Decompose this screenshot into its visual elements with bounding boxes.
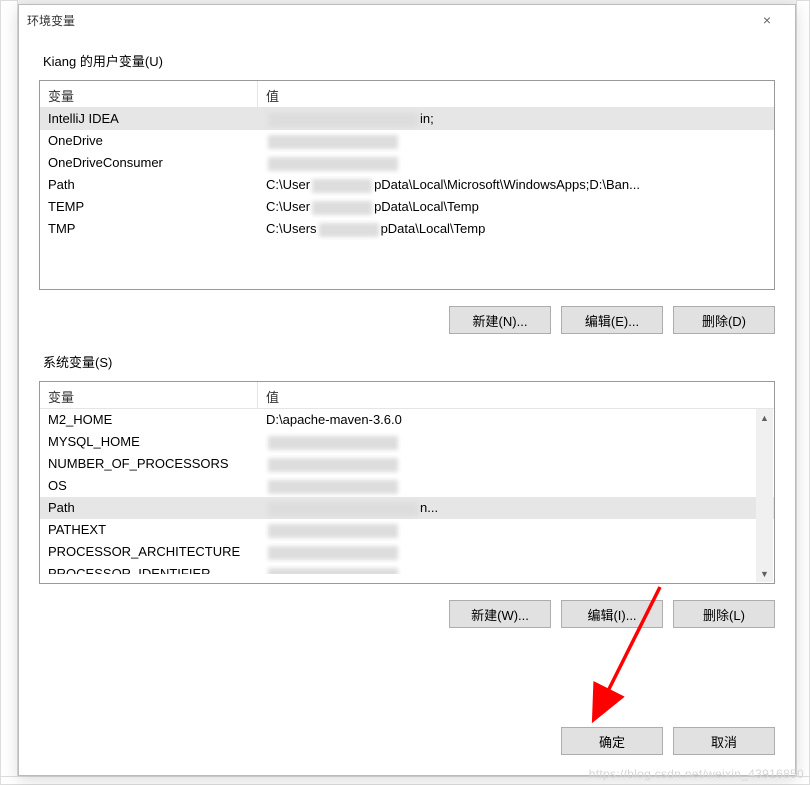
var-name-cell: Path	[40, 497, 258, 519]
var-name-cell: MYSQL_HOME	[40, 431, 258, 453]
table-row[interactable]: OneDriveConsumer	[40, 152, 774, 174]
var-name-cell: PROCESSOR_IDENTIFIER	[40, 563, 258, 574]
var-name-cell: OS	[40, 475, 258, 497]
var-name-cell: OneDrive	[40, 130, 258, 152]
table-row[interactable]: OS	[40, 475, 774, 497]
col-header-value[interactable]: 值	[258, 81, 774, 107]
var-name-cell: IntelliJ IDEA	[40, 108, 258, 130]
col-header-variable[interactable]: 变量	[40, 382, 258, 408]
close-icon: ×	[763, 12, 771, 28]
cancel-button[interactable]: 取消	[673, 727, 775, 755]
var-name-cell: Path	[40, 174, 258, 196]
dialog-footer: 确定 取消	[561, 727, 775, 755]
var-value-cell	[258, 453, 774, 475]
col-header-value[interactable]: 值	[258, 382, 774, 408]
table-row[interactable]: M2_HOMED:\apache-maven-3.6.0	[40, 409, 774, 431]
watermark: https://blog.csdn.net/weixin_43916850	[589, 767, 804, 781]
dialog-title: 环境变量	[27, 12, 747, 29]
dialog-body: Kiang 的用户变量(U) 变量 值 IntelliJ IDEAin;OneD…	[19, 35, 795, 644]
system-edit-button[interactable]: 编辑(I)...	[561, 600, 663, 628]
user-vars-listview[interactable]: 变量 值 IntelliJ IDEAin;OneDriveOneDriveCon…	[39, 80, 775, 290]
var-name-cell: TEMP	[40, 196, 258, 218]
user-delete-button[interactable]: 删除(D)	[673, 306, 775, 334]
user-button-row: 新建(N)... 编辑(E)... 删除(D)	[39, 306, 775, 334]
var-value-cell	[258, 431, 774, 453]
system-vars-listview[interactable]: 变量 值 M2_HOMED:\apache-maven-3.6.0MYSQL_H…	[39, 381, 775, 584]
listview-header[interactable]: 变量 值	[40, 382, 774, 409]
table-row[interactable]: IntelliJ IDEAin;	[40, 108, 774, 130]
var-value-cell: n...	[258, 497, 774, 519]
ok-button[interactable]: 确定	[561, 727, 663, 755]
user-vars-label: Kiang 的用户变量(U)	[43, 51, 775, 70]
var-value-cell: C:\UserpData\Local\Temp	[258, 196, 774, 218]
titlebar[interactable]: 环境变量 ×	[19, 5, 795, 35]
var-name-cell: TMP	[40, 218, 258, 240]
var-value-cell: C:\UserpData\Local\Microsoft\WindowsApps…	[258, 174, 774, 196]
table-row[interactable]: TEMPC:\UserpData\Local\Temp	[40, 196, 774, 218]
listview-header[interactable]: 变量 值	[40, 81, 774, 108]
table-row[interactable]: Pathn...	[40, 497, 774, 519]
scroll-down-icon[interactable]: ▼	[756, 565, 773, 582]
table-row[interactable]: PATHEXT	[40, 519, 774, 541]
var-value-cell: D:\apache-maven-3.6.0	[258, 409, 774, 431]
system-vars-label: 系统变量(S)	[43, 352, 775, 371]
var-name-cell: OneDriveConsumer	[40, 152, 258, 174]
var-value-cell: C:\UserspData\Local\Temp	[258, 218, 774, 240]
user-edit-button[interactable]: 编辑(E)...	[561, 306, 663, 334]
var-value-cell	[258, 130, 774, 152]
table-row[interactable]: PathC:\UserpData\Local\Microsoft\Windows…	[40, 174, 774, 196]
env-vars-dialog: 环境变量 × Kiang 的用户变量(U) 变量 值 IntelliJ IDEA…	[18, 4, 796, 776]
var-name-cell: PROCESSOR_ARCHITECTURE	[40, 541, 258, 563]
col-header-variable[interactable]: 变量	[40, 81, 258, 107]
table-row[interactable]: PROCESSOR_IDENTIFIER	[40, 563, 774, 574]
var-value-cell: in;	[258, 108, 774, 130]
system-new-button[interactable]: 新建(W)...	[449, 600, 551, 628]
var-value-cell	[258, 475, 774, 497]
var-value-cell	[258, 152, 774, 174]
scroll-up-icon[interactable]: ▲	[756, 409, 773, 426]
system-delete-button[interactable]: 删除(L)	[673, 600, 775, 628]
table-row[interactable]: MYSQL_HOME	[40, 431, 774, 453]
var-value-cell	[258, 519, 774, 541]
scrollbar[interactable]: ▲ ▼	[756, 409, 773, 582]
close-button[interactable]: ×	[747, 6, 787, 34]
var-name-cell: M2_HOME	[40, 409, 258, 431]
table-row[interactable]: PROCESSOR_ARCHITECTURE	[40, 541, 774, 563]
system-button-row: 新建(W)... 编辑(I)... 删除(L)	[39, 600, 775, 628]
var-name-cell: NUMBER_OF_PROCESSORS	[40, 453, 258, 475]
table-row[interactable]: TMPC:\UserspData\Local\Temp	[40, 218, 774, 240]
var-value-cell	[258, 541, 774, 563]
var-value-cell	[258, 563, 774, 574]
table-row[interactable]: OneDrive	[40, 130, 774, 152]
table-row[interactable]: NUMBER_OF_PROCESSORS	[40, 453, 774, 475]
var-name-cell: PATHEXT	[40, 519, 258, 541]
user-new-button[interactable]: 新建(N)...	[449, 306, 551, 334]
